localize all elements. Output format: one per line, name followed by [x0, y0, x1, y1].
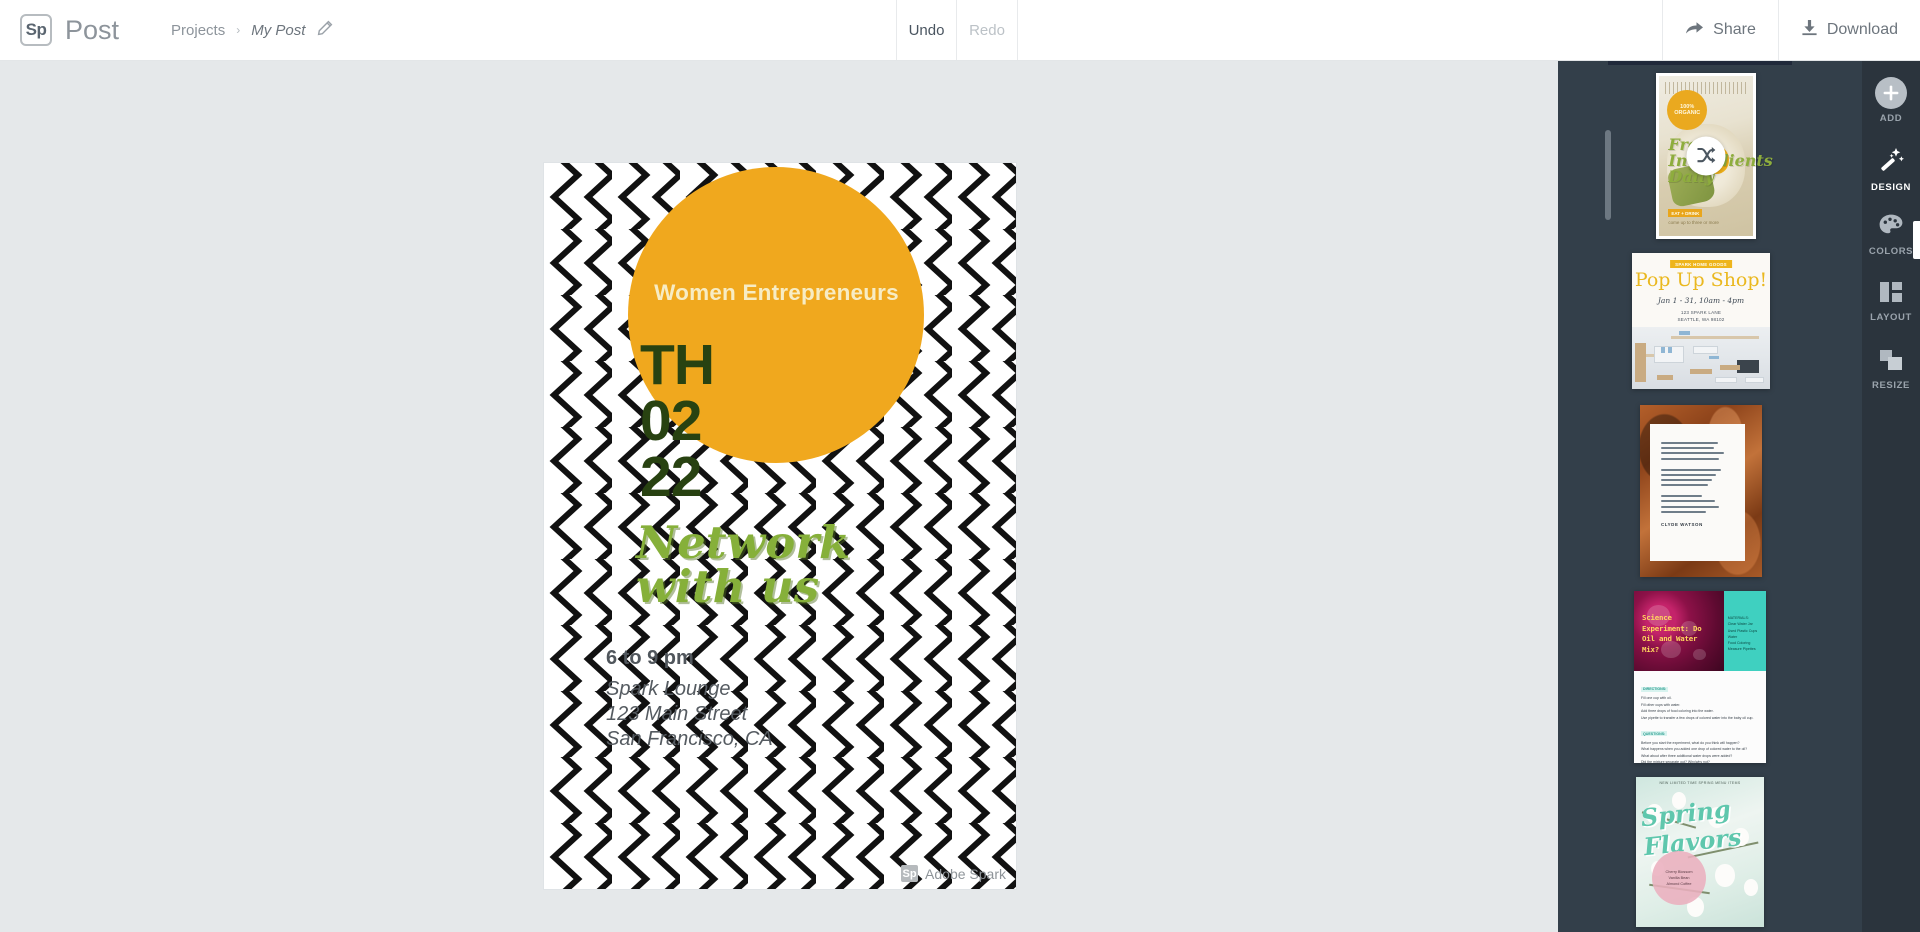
poster-time: 6 to 9 pm — [606, 647, 694, 669]
plus-circle-icon — [1875, 77, 1907, 109]
science-heading: Science Experiment: Do Oil and Water Mix… — [1642, 613, 1702, 655]
poster-city: San Francisco, CA — [606, 727, 773, 750]
spring-flavor-circle: Cherry Blossom Vanilla Bean Almond Coffe… — [1652, 851, 1706, 905]
tool-design-label: DESIGN — [1870, 182, 1912, 193]
design-thumbnail-food[interactable]: 100% ORGANIC Fresh Ingredients Daily EAT… — [1656, 73, 1773, 239]
share-button[interactable]: Share — [1662, 0, 1778, 60]
shop-badge: SPARK HOME GOODS — [1670, 260, 1732, 268]
poster-date-line-1: TH — [640, 333, 715, 397]
shop-address: 123 SPARK LANE SEATTLE, WA 98102 — [1632, 310, 1770, 324]
design-thumbnail-spring[interactable]: NEW LIMITED TIME SPRING MENU ITEMS Sprin… — [1636, 777, 1764, 927]
download-button[interactable]: Download — [1777, 0, 1920, 60]
shop-title: Pop Up Shop! — [1634, 269, 1768, 291]
history-controls: Undo Redo — [896, 0, 1018, 60]
materials-text: MATERIALS: Clear Water Jar Used Plastic … — [1728, 615, 1763, 653]
pencil-icon[interactable] — [317, 20, 333, 40]
brand[interactable]: Sp Post — [20, 14, 119, 46]
science-header: Science Experiment: Do Oil and Water Mix… — [1634, 591, 1766, 671]
poem-author: CLYDE WATSON — [1661, 521, 1703, 527]
tool-add-label: ADD — [1879, 113, 1903, 124]
flavor-item: Vanilla Bean — [1668, 876, 1690, 880]
direction-item: Fill other cups with water. — [1641, 702, 1681, 707]
tool-resize-label: RESIZE — [1872, 380, 1910, 391]
design-panel: 100% ORGANIC Fresh Ingredients Daily EAT… — [1558, 61, 1920, 932]
design-thumbnail-popup-shop[interactable]: SPARK HOME GOODS Pop Up Shop! Jan 1 - 31… — [1632, 253, 1770, 389]
poster-details-block[interactable]: 6 to 9 pm Spark Lounge 123 Main Street S… — [606, 647, 773, 751]
breadcrumb-current-project[interactable]: My Post — [251, 22, 305, 39]
question-item: Before you start the experiment, what do… — [1641, 740, 1740, 745]
share-arrow-icon — [1685, 20, 1704, 41]
top-bar: Sp Post Projects › My Post Undo Redo Sha… — [0, 0, 1920, 61]
footer-pill: EAT + DRINK — [1668, 209, 1703, 218]
download-label: Download — [1826, 21, 1898, 38]
breadcrumb-projects-link[interactable]: Projects — [171, 22, 225, 39]
redo-button[interactable]: Redo — [957, 0, 1018, 60]
download-arrow-icon — [1801, 19, 1818, 41]
canvas-workspace[interactable]: Women Entrepreneurs TH 02 22 Network wit… — [0, 61, 1558, 932]
direction-item: Use pipette to transfer a few drops of c… — [1641, 715, 1754, 720]
direction-item: Add three drops of food coloring into th… — [1641, 709, 1714, 714]
spark-logo-icon: Sp — [20, 14, 52, 46]
question-item: Did the mixture separate out? Why/why no… — [1641, 760, 1710, 765]
tool-layout-label: LAYOUT — [1870, 312, 1912, 323]
chevron-right-icon: › — [236, 23, 241, 37]
shuffle-icon[interactable] — [1686, 136, 1726, 176]
design-thumbnail-poem[interactable]: CLYDE WATSON — [1640, 405, 1762, 577]
adobe-spark-watermark: Sp Adobe Spark — [901, 865, 1006, 882]
teal-panel: MATERIALS: Clear Water Jar Used Plastic … — [1723, 591, 1766, 671]
poem-card: CLYDE WATSON — [1650, 424, 1745, 561]
top-bar-actions: Share Download — [1662, 0, 1920, 60]
poster-street: 123 Main Street — [606, 702, 748, 725]
science-body: DIRECTIONS: Fill one cup with oil. Fill … — [1641, 677, 1759, 766]
poster-date-block[interactable]: TH 02 22 — [640, 333, 715, 509]
tool-colors[interactable]: COLORS — [1862, 213, 1920, 257]
palette-icon — [1878, 213, 1904, 242]
tool-add[interactable]: ADD — [1862, 77, 1920, 124]
resize-icon — [1879, 349, 1903, 376]
footer-subtext: come up to three or more — [1668, 219, 1719, 225]
poster-badge-title[interactable]: Women Entrepreneurs — [639, 280, 914, 306]
shop-address-line-1: 123 SPARK LANE — [1680, 310, 1722, 315]
flavor-item: Cherry Blossom — [1665, 870, 1693, 874]
spring-eyebrow: NEW LIMITED TIME SPRING MENU ITEMS — [1659, 781, 1741, 785]
shop-date: Jan 1 - 31, 10am - 4pm — [1657, 296, 1745, 305]
design-thumbnail-list[interactable]: 100% ORGANIC Fresh Ingredients Daily EAT… — [1616, 61, 1862, 932]
tool-layout[interactable]: LAYOUT — [1862, 281, 1920, 323]
question-item: What about after three additional water … — [1641, 753, 1733, 758]
magic-wand-icon — [1877, 145, 1905, 178]
direction-item: Fill one cup with oil. — [1641, 696, 1672, 700]
poem-stanza — [1661, 495, 1734, 513]
layout-grid-icon — [1879, 281, 1903, 308]
poster-date-line-3: 22 — [640, 444, 702, 509]
bubbles-photo: Science Experiment: Do Oil and Water Mix… — [1634, 591, 1724, 671]
design-thumbnail-science[interactable]: Science Experiment: Do Oil and Water Mix… — [1634, 591, 1766, 766]
tool-rail: ADD DESIGN COLORS LAYOUT RESIZE — [1862, 61, 1920, 932]
share-label: Share — [1713, 21, 1756, 38]
poem-stanza — [1661, 468, 1734, 487]
watermark-label: Adobe Spark — [925, 865, 1006, 882]
spring-title: Spring Flavors — [1639, 794, 1743, 862]
flavor-item: Almond Coffee — [1666, 882, 1692, 886]
active-tool-indicator — [1913, 221, 1920, 259]
thumbnail-footer: EAT + DRINK come up to three or more — [1668, 202, 1743, 225]
tool-design[interactable]: DESIGN — [1862, 145, 1920, 193]
watermark-logo-icon: Sp — [901, 865, 919, 882]
tool-resize[interactable]: RESIZE — [1862, 349, 1920, 391]
undo-button[interactable]: Undo — [896, 0, 957, 60]
shop-address-line-2: SEATTLE, WA 98102 — [1677, 316, 1725, 322]
breadcrumb: Projects › My Post — [171, 20, 333, 40]
directions-label: DIRECTIONS: — [1641, 686, 1669, 692]
design-panel-scrollbar[interactable] — [1605, 130, 1611, 220]
poster-venue: Spark Lounge — [606, 678, 731, 700]
app-name: Post — [65, 14, 120, 45]
poster-date-line-2: 02 — [640, 388, 702, 453]
material-item: Measure Pipettes — [1727, 647, 1756, 652]
poster-script-headline[interactable]: Network with us — [636, 520, 926, 609]
tool-colors-label: COLORS — [1868, 246, 1914, 257]
poem-stanza — [1661, 442, 1734, 460]
question-item: What happens when you added one drop of … — [1641, 747, 1748, 752]
poster-canvas[interactable]: Women Entrepreneurs TH 02 22 Network wit… — [543, 162, 1017, 890]
shop-photo — [1632, 327, 1770, 389]
questions-label: QUESTIONS: — [1641, 731, 1668, 737]
